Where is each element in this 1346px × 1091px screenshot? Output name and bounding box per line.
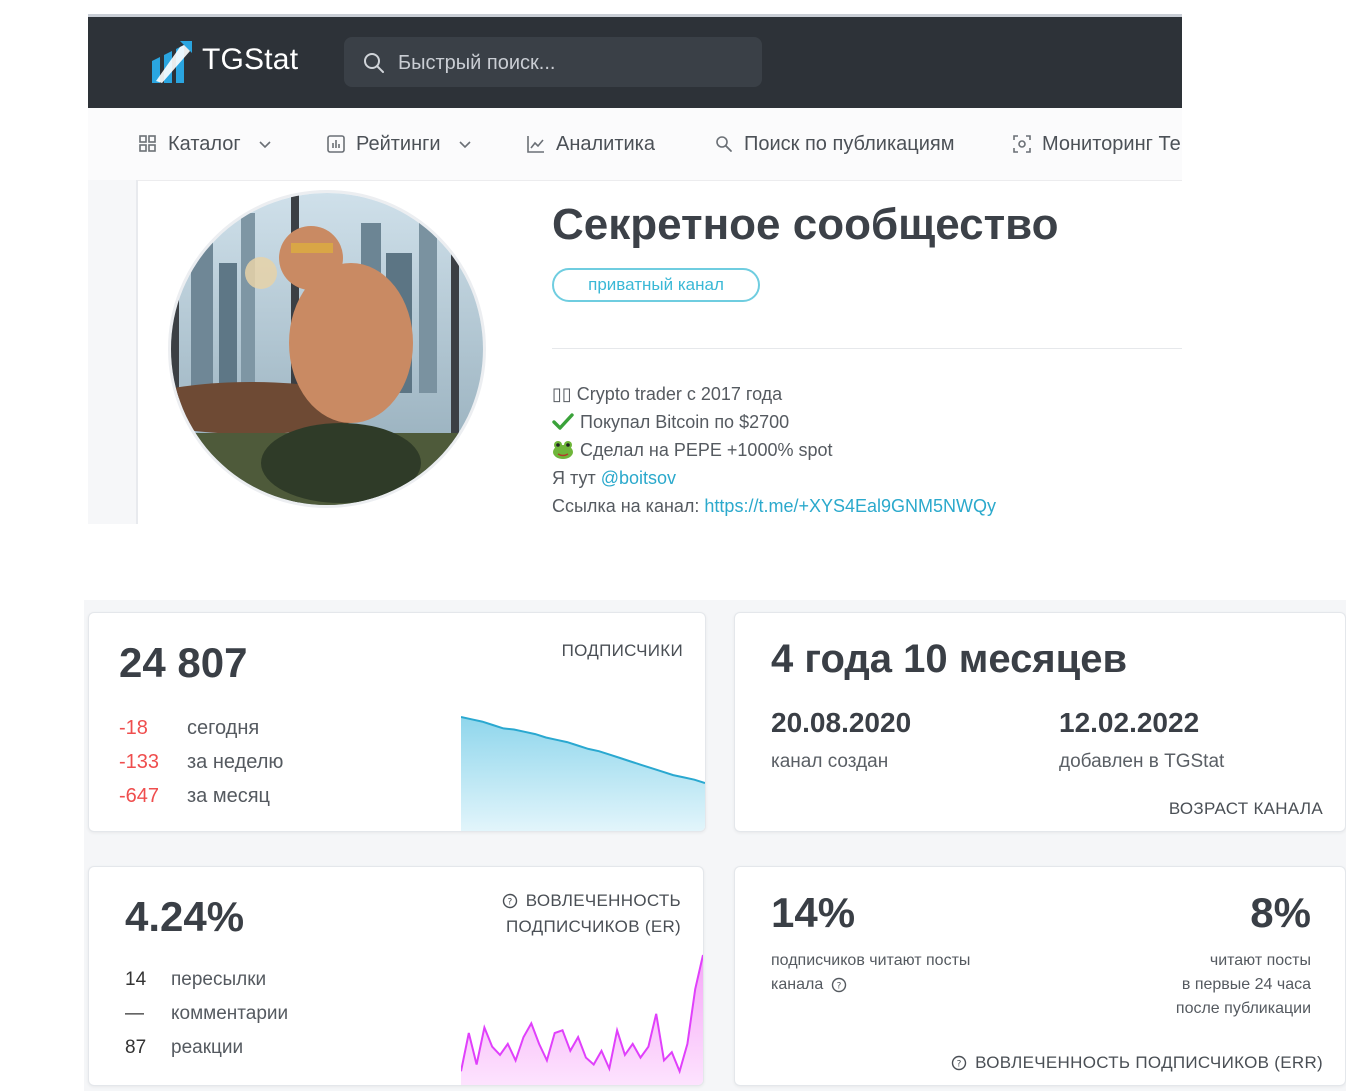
err-left-text: подписчиков читают посты канала ? — [771, 949, 970, 997]
err-label-text: ВОВЛЕЧЕННОСТЬ ПОДПИСЧИКОВ (ERR) — [975, 1053, 1323, 1072]
tgstat-logo-icon[interactable] — [150, 41, 194, 83]
created-label: канал создан — [771, 751, 889, 772]
monitor-icon — [1013, 135, 1031, 153]
description-text: ▯▯ Crypto trader с 2017 года — [552, 383, 783, 404]
comments-row: — комментарии — [125, 997, 288, 1031]
err-left-text-line1: подписчиков читают посты — [771, 952, 971, 969]
delta-value: -647 — [119, 784, 160, 807]
err-right-text-line2: в первые 24 часа — [1181, 976, 1311, 993]
nav-item-post-search[interactable]: Поиск по публикациям — [714, 130, 954, 158]
subscribers-count: 24 807 — [119, 639, 248, 686]
subscribers-card: 24 807 ПОДПИСЧИКИ -18 сегодня -133 за не… — [88, 612, 706, 832]
line-chart-icon — [527, 136, 544, 153]
er-label-line2: ПОДПИСЧИКОВ (ER) — [505, 917, 681, 936]
err-right-value: 8% — [1250, 889, 1311, 936]
reactions-row: 87 реакции — [125, 1031, 288, 1065]
divider — [552, 348, 1182, 349]
nav-item-label: Каталог — [168, 132, 241, 155]
channel-avatar — [168, 190, 486, 508]
added-label: добавлен в TGStat — [1059, 751, 1225, 772]
added-date: 12.02.2022 — [1059, 707, 1200, 738]
err-right-text-line1: читают посты — [1209, 952, 1311, 969]
forwards-row: 14 пересылки — [125, 963, 288, 997]
description-line-1: ▯▯ Crypto trader с 2017 года — [552, 380, 782, 408]
frog-icon — [553, 441, 573, 459]
quick-search-box[interactable] — [344, 37, 762, 89]
description-line-5: Ссылка на канал: https://t.me/+XYS4Eal9G… — [552, 492, 996, 520]
delta-value: -133 — [119, 750, 160, 773]
search-icon — [362, 51, 386, 75]
svg-text:?: ? — [507, 898, 512, 908]
err-right-text: читают посты в первые 24 часа после публ… — [1176, 949, 1311, 1021]
delta-today: -18 сегодня — [119, 711, 283, 745]
nav-item-catalog[interactable]: Каталог — [138, 130, 273, 158]
search-icon — [716, 136, 732, 152]
description-text: Покупал Bitcoin по $2700 — [580, 411, 790, 432]
comments-label: комментарии — [171, 1003, 289, 1024]
description-text: Я тут — [552, 467, 601, 488]
nav-item-label: Аналитика — [556, 132, 655, 155]
help-circle-icon[interactable]: ? — [502, 893, 518, 909]
private-channel-badge: приватный канал — [552, 268, 760, 302]
nav-item-analytics[interactable]: Аналитика — [526, 130, 655, 158]
channel-age-card: 4 года 10 месяцев 20.08.2020 канал созда… — [734, 612, 1346, 832]
subscribers-label: ПОДПИСЧИКИ — [561, 641, 683, 660]
main-nav: Каталог Рейтинги Аналитика Поиск по публ… — [88, 108, 1182, 181]
err-label: ? ВОВЛЕЧЕННОСТЬ ПОДПИСЧИКОВ (ERR) — [951, 1053, 1323, 1073]
nav-item-label: Поиск по публикациям — [744, 132, 955, 155]
err-left-value: 14% — [771, 889, 856, 936]
delta-month: -647 за месяц — [119, 779, 283, 813]
subscribers-deltas: -18 сегодня -133 за неделю -647 за месяц — [119, 711, 283, 813]
chevron-down-icon — [259, 141, 271, 149]
grid-icon — [139, 135, 156, 152]
help-circle-icon[interactable]: ? — [951, 1055, 967, 1071]
forwards-label: пересылки — [171, 969, 267, 990]
top-header-bar: TGStat — [88, 14, 1182, 108]
delta-value: -18 — [119, 716, 148, 739]
delta-week: -133 за неделю — [119, 745, 283, 779]
nav-item-label: Мониторинг Те — [1042, 132, 1181, 155]
er-trend-chart[interactable] — [461, 953, 703, 1085]
er-label-line1: ВОВЛЕЧЕННОСТЬ — [525, 891, 681, 910]
er-label: ? ВОВЛЕЧЕННОСТЬ ПОДПИСЧИКОВ (ER) — [502, 891, 681, 937]
svg-text:?: ? — [837, 982, 842, 992]
reactions-label: реакции — [171, 1037, 244, 1058]
reactions-value: 87 — [125, 1037, 147, 1058]
delta-label: за месяц — [187, 784, 271, 807]
nav-item-monitoring[interactable]: Мониторинг Те — [1012, 130, 1181, 158]
description-line-2: Покупал Bitcoin по $2700 — [552, 408, 789, 436]
description-text: Сделал на PEPE +1000% spot — [580, 439, 833, 460]
help-circle-icon[interactable]: ? — [831, 977, 847, 993]
subscribers-trend-chart[interactable] — [461, 705, 705, 831]
err-right-text-line3: после публикации — [1175, 1000, 1311, 1017]
profile-side-panel — [88, 180, 138, 524]
delta-label: сегодня — [187, 716, 260, 739]
err-card: 14% подписчиков читают посты канала ? 8%… — [734, 866, 1346, 1086]
nav-item-ratings[interactable]: Рейтинги — [326, 130, 473, 158]
logo-text[interactable]: TGStat — [202, 43, 298, 77]
svg-text:?: ? — [957, 1060, 962, 1070]
author-username-link[interactable]: @boitsov — [601, 468, 676, 489]
checkmark-icon — [552, 413, 574, 430]
forwards-value: 14 — [125, 969, 147, 990]
chevron-down-icon — [459, 141, 471, 149]
er-value: 4.24% — [125, 893, 245, 940]
channel-age-value: 4 года 10 месяцев — [771, 637, 1128, 681]
created-date: 20.08.2020 — [771, 707, 912, 738]
description-text: Ссылка на канал: — [552, 495, 705, 516]
nav-item-label: Рейтинги — [356, 132, 441, 155]
bar-chart-icon — [327, 135, 345, 153]
er-card: 4.24% ? ВОВЛЕЧЕННОСТЬ ПОДПИСЧИКОВ (ER) 1… — [88, 866, 704, 1086]
search-input[interactable] — [396, 37, 750, 89]
channel-title: Секретное сообщество — [552, 200, 1059, 249]
er-stats: 14 пересылки — комментарии 87 реакции — [125, 963, 288, 1065]
description-line-4: Я тут @boitsov — [552, 464, 676, 492]
channel-age-label: ВОЗРАСТ КАНАЛА — [1168, 799, 1323, 818]
description-line-3: Сделал на PEPE +1000% spot — [552, 436, 833, 464]
err-left-text-line2: канала — [771, 976, 824, 993]
channel-invite-link[interactable]: https://t.me/+XYS4Eal9GNM5NWQy — [704, 496, 996, 517]
delta-label: за неделю — [187, 750, 284, 773]
comments-value: — — [125, 1003, 144, 1024]
